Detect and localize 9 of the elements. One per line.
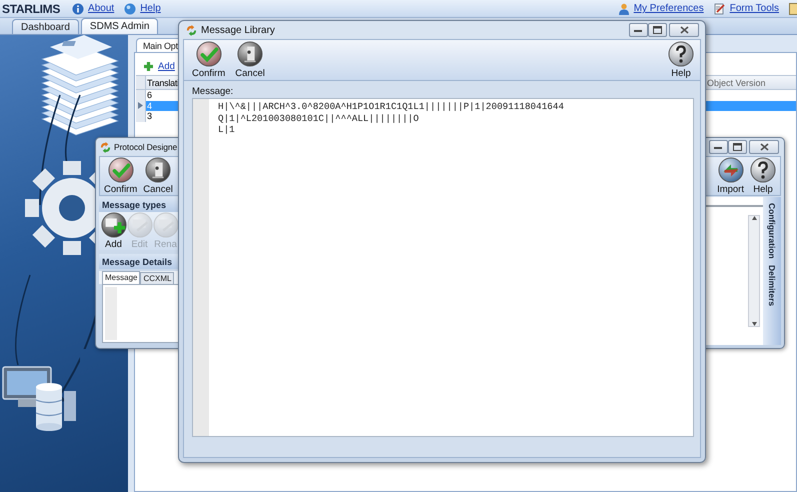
logo-text: STARLIMS [2, 2, 60, 16]
table-cell: 6 [147, 90, 152, 100]
field-label: Message: [192, 86, 234, 96]
window-title: Message Library [201, 24, 275, 36]
table-cell: 4 [147, 100, 152, 111]
table-cell: 3 [147, 111, 152, 122]
section-header: Message Details [99, 254, 179, 269]
section-header: Message types [99, 197, 179, 212]
window-title: Protocol Designe [114, 142, 178, 152]
